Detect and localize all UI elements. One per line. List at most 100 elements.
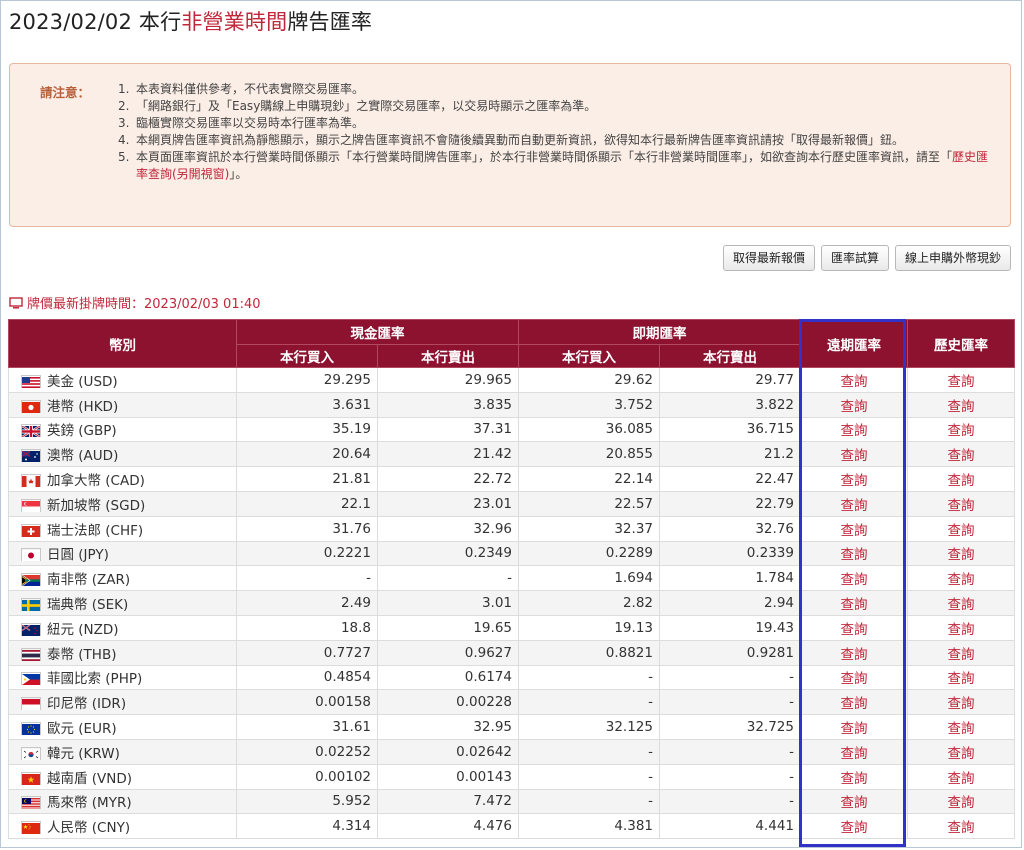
forward-rate-query-link[interactable]: 查詢 xyxy=(800,763,908,790)
spot-sell-cell: 0.9281 xyxy=(659,639,801,666)
forward-rate-query-link[interactable]: 查詢 xyxy=(800,738,908,765)
forward-rate-query-link[interactable]: 查詢 xyxy=(800,664,908,691)
history-rate-query-link[interactable]: 查詢 xyxy=(907,416,1015,443)
forward-rate-query-link[interactable]: 查詢 xyxy=(800,367,908,393)
forward-rate-query-link[interactable]: 查詢 xyxy=(800,813,908,840)
spot-buy-cell: - xyxy=(518,689,660,716)
title-date: 2023/02/02 本行 xyxy=(9,10,182,34)
spot-buy-cell: 0.2289 xyxy=(518,540,660,567)
history-rate-query-link[interactable]: 查詢 xyxy=(907,664,1015,691)
spot-buy-cell: 4.381 xyxy=(518,813,660,840)
history-rate-query-link[interactable]: 查詢 xyxy=(907,540,1015,567)
forward-rate-query-link[interactable]: 查詢 xyxy=(800,788,908,815)
table-row: 菲國比索 (PHP) 0.4854 0.6174- - 查詢 查詢 xyxy=(8,664,1015,691)
rate-table: 幣別 現金匯率 即期匯率 遠期匯率 歷史匯率 本行買入 本行賣出 本行買入 本行… xyxy=(8,319,1015,840)
spot-buy-cell: - xyxy=(518,664,660,691)
currency-cell: 港幣 (HKD) xyxy=(8,391,237,418)
flag-ch-icon xyxy=(21,523,41,537)
cash-buy-cell: 31.61 xyxy=(236,714,378,740)
forward-rate-query-link[interactable]: 查詢 xyxy=(800,391,908,418)
notice-item: 4. 本網頁牌告匯率資訊為靜態顯示，顯示之牌告匯率資訊不會隨後續異動而自動更新資訊… xyxy=(118,132,998,149)
forward-rate-query-link[interactable]: 查詢 xyxy=(800,416,908,443)
table-row: 南非幣 (ZAR) - -1.694 1.784 查詢 查詢 xyxy=(8,565,1015,592)
page-title: 2023/02/02 本行非營業時間牌告匯率 xyxy=(9,6,372,36)
cash-sell-cell: 21.42 xyxy=(377,441,519,468)
title-suffix: 牌告匯率 xyxy=(287,10,373,34)
notice-item: 5. 本頁面匯率資訊於本行營業時間係顯示「本行營業時間牌告匯率」，於本行非營業時間… xyxy=(118,149,998,183)
cash-sell-cell: 23.01 xyxy=(377,490,519,517)
forward-rate-query-link[interactable]: 查詢 xyxy=(800,490,908,517)
refresh-quote-button[interactable]: 取得最新報價 xyxy=(722,245,815,271)
history-rate-query-link[interactable]: 查詢 xyxy=(907,490,1015,517)
currency-name: 歐元 (EUR) xyxy=(47,721,117,738)
forward-rate-query-link[interactable]: 查詢 xyxy=(800,590,908,616)
history-rate-query-link[interactable]: 查詢 xyxy=(907,466,1015,492)
currency-cell: 紐元 (NZD) xyxy=(8,614,237,641)
spot-buy-cell: 32.125 xyxy=(518,714,660,740)
notice-item-number: 2. xyxy=(118,99,130,113)
flag-nz-icon xyxy=(21,622,41,636)
table-row: 人民幣 (CNY) 4.314 4.476 4.381 4.441 查詢 查詢 xyxy=(8,813,1015,840)
history-rate-query-link[interactable]: 查詢 xyxy=(907,441,1015,468)
cash-buy-cell: 20.64 xyxy=(236,441,378,468)
forward-rate-query-link[interactable]: 查詢 xyxy=(800,565,908,592)
forward-rate-query-link[interactable]: 查詢 xyxy=(800,689,908,716)
flag-sg-icon xyxy=(21,498,41,512)
buy-foreign-cash-button[interactable]: 線上申購外幣現鈔 xyxy=(894,245,1011,271)
spot-sell-cell: - xyxy=(659,738,801,765)
cash-sell-cell: 0.00143 xyxy=(377,763,519,790)
history-rate-query-link[interactable]: 查詢 xyxy=(907,714,1015,740)
history-rate-query-link[interactable]: 查詢 xyxy=(907,590,1015,616)
spot-buy-cell: 2.82 xyxy=(518,590,660,616)
currency-cell: 菲國比索 (PHP) xyxy=(8,664,237,691)
history-rate-query-link[interactable]: 查詢 xyxy=(907,639,1015,666)
spot-sell-cell: - xyxy=(659,788,801,815)
spot-sell-cell: - xyxy=(659,689,801,716)
currency-cell: 馬來幣 (MYR) xyxy=(8,788,237,815)
spot-buy-cell: 32.37 xyxy=(518,515,660,542)
spot-sell-cell: 1.784 xyxy=(659,565,801,592)
rate-table-container: 幣別 現金匯率 即期匯率 遠期匯率 歷史匯率 本行買入 本行賣出 本行買入 本行… xyxy=(8,319,1015,840)
forward-rate-query-link[interactable]: 查詢 xyxy=(800,714,908,740)
cash-buy-cell: 18.8 xyxy=(236,614,378,641)
history-rate-query-link[interactable]: 查詢 xyxy=(907,689,1015,716)
history-rate-query-link[interactable]: 查詢 xyxy=(907,367,1015,393)
notice-item-text: 臨櫃實際交易匯率以交易時本行匯率為準。 xyxy=(136,116,365,130)
notice-item-text: 本頁面匯率資訊於本行營業時間係顯示「本行營業時間牌告匯率」，於本行非營業時間係顯… xyxy=(136,150,953,164)
header-spot-buy: 本行買入 xyxy=(518,344,660,368)
table-row: 瑞士法郎 (CHF) 31.76 32.96 32.37 32.76 查詢 查詢 xyxy=(8,515,1015,542)
history-rate-query-link[interactable]: 查詢 xyxy=(907,763,1015,790)
forward-rate-query-link[interactable]: 查詢 xyxy=(800,515,908,542)
currency-name: 加拿大幣 (CAD) xyxy=(47,473,145,490)
table-row: 韓元 (KRW) 0.02252 0.02642- - 查詢 查詢 xyxy=(8,738,1015,765)
flag-vn-icon xyxy=(21,771,41,785)
history-rate-query-link[interactable]: 查詢 xyxy=(907,565,1015,592)
history-rate-query-link[interactable]: 查詢 xyxy=(907,813,1015,840)
rate-calculator-button[interactable]: 匯率試算 xyxy=(820,245,889,271)
forward-rate-query-link[interactable]: 查詢 xyxy=(800,614,908,641)
cash-buy-cell: 31.76 xyxy=(236,515,378,542)
forward-rate-query-link[interactable]: 查詢 xyxy=(800,441,908,468)
forward-rate-query-link[interactable]: 查詢 xyxy=(800,466,908,492)
currency-name: 澳幣 (AUD) xyxy=(47,448,119,465)
cash-sell-cell: - xyxy=(377,565,519,592)
spot-buy-cell: - xyxy=(518,788,660,815)
currency-cell: 美金 (USD) xyxy=(8,367,237,393)
history-rate-query-link[interactable]: 查詢 xyxy=(907,391,1015,418)
forward-rate-query-link[interactable]: 查詢 xyxy=(800,540,908,567)
notice-list: 1. 本表資料僅供參考，不代表實際交易匯率。 2. 「網路銀行」及「Easy購線上申… xyxy=(118,81,998,183)
history-rate-query-link[interactable]: 查詢 xyxy=(907,614,1015,641)
currency-name: 英鎊 (GBP) xyxy=(47,423,117,440)
history-rate-query-link[interactable]: 查詢 xyxy=(907,788,1015,815)
currency-name: 南非幣 (ZAR) xyxy=(47,572,131,589)
history-rate-query-link[interactable]: 查詢 xyxy=(907,738,1015,765)
table-row: 印尼幣 (IDR) 0.00158 0.00228- - 查詢 查詢 xyxy=(8,689,1015,716)
currency-name: 泰幣 (THB) xyxy=(47,646,117,663)
flag-eu-icon xyxy=(21,722,41,736)
spot-buy-cell: 0.8821 xyxy=(518,639,660,666)
cash-sell-cell: 32.95 xyxy=(377,714,519,740)
forward-rate-query-link[interactable]: 查詢 xyxy=(800,639,908,666)
spot-buy-cell: - xyxy=(518,763,660,790)
history-rate-query-link[interactable]: 查詢 xyxy=(907,515,1015,542)
notice-item-number: 4. xyxy=(118,133,130,147)
